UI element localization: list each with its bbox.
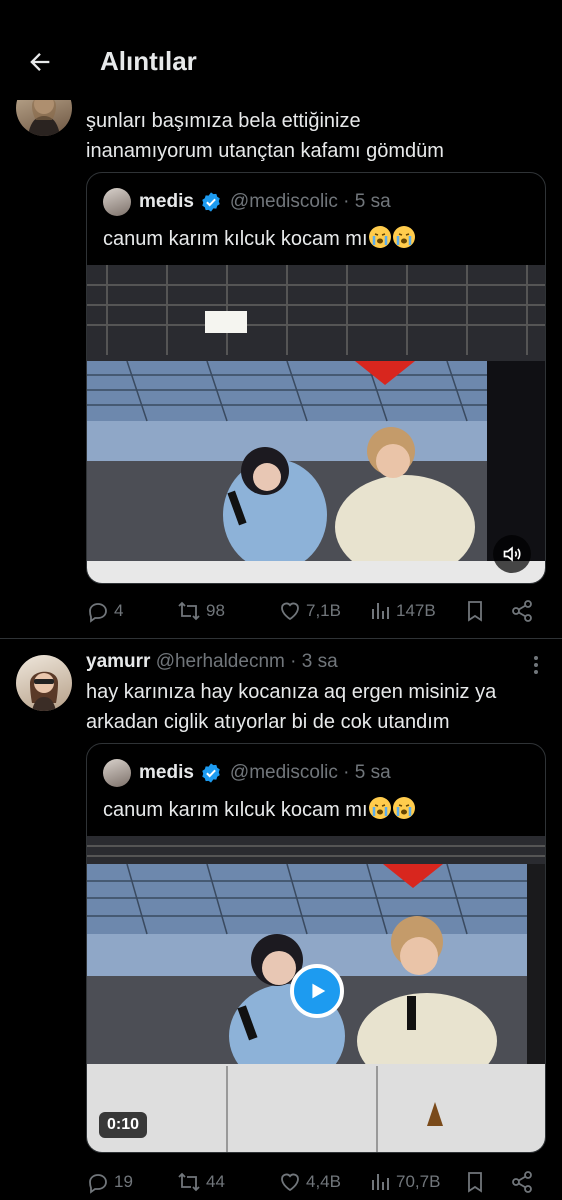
bookmark-icon	[468, 1172, 482, 1193]
quoted-avatar	[103, 759, 131, 787]
top-bar: Alıntılar	[0, 0, 562, 100]
reply-icon	[89, 603, 107, 623]
video-duration: 0:10	[99, 1112, 148, 1138]
views-icon	[372, 1174, 389, 1190]
retweet-button[interactable]: 98	[176, 596, 225, 626]
loudly-crying-emoji	[392, 226, 415, 248]
tweet-text: şunları başımıza bela ettiğinize inanamı…	[86, 110, 444, 162]
play-icon	[312, 983, 326, 999]
quoted-tweet-text: canum karım kılcuk kocam mı	[103, 796, 416, 824]
bookmark-button[interactable]	[464, 1167, 490, 1197]
more-options-button[interactable]	[530, 655, 542, 675]
quoted-tweet-header: medis @mediscolic · 5 sa	[103, 187, 391, 217]
tweet[interactable]: yamurr @herhaldecnm · 3 sa hay karınıza …	[0, 639, 562, 1200]
author-name[interactable]: yamurr	[86, 651, 150, 672]
reply-icon	[89, 1174, 107, 1194]
reply-button[interactable]: 4	[86, 596, 123, 626]
tweet-header: yamurr @herhaldecnm · 3 sa	[86, 649, 338, 675]
like-icon	[281, 1173, 299, 1192]
share-icon	[512, 1171, 532, 1193]
quoted-avatar	[103, 188, 131, 216]
bookmark-icon	[468, 601, 482, 622]
share-icon	[512, 600, 532, 622]
mute-toggle-button[interactable]	[493, 535, 531, 573]
quoted-author-name: medis	[139, 762, 194, 783]
loudly-crying-emoji	[368, 797, 391, 819]
retweet-icon	[178, 601, 200, 621]
reply-button[interactable]: 19	[86, 1167, 133, 1197]
tweet-text: hay karınıza hay kocanıza aq ergen misin…	[86, 681, 497, 733]
like-icon	[281, 602, 299, 621]
like-button[interactable]: 7,1B	[278, 596, 341, 626]
quoted-handle-time: @mediscolic · 5 sa	[229, 191, 391, 212]
share-button[interactable]	[510, 596, 538, 626]
back-arrow-icon	[30, 53, 50, 71]
quoted-tweet-header: medis @mediscolic · 5 sa	[103, 758, 391, 788]
bookmark-button[interactable]	[464, 596, 490, 626]
back-button[interactable]	[22, 44, 58, 80]
loudly-crying-emoji	[392, 797, 415, 819]
views-button[interactable]: 147B	[370, 596, 436, 626]
tweet-actions: 19 44 4,4B 70,7B	[86, 1167, 546, 1197]
views-button[interactable]: 70,7B	[370, 1167, 440, 1197]
video-media[interactable]: 0:10	[87, 836, 545, 1152]
sound-icon	[503, 546, 521, 562]
share-button[interactable]	[510, 1167, 538, 1197]
video-frame	[87, 265, 545, 583]
tweet-actions: 4 98 7,1B 147B	[86, 596, 546, 626]
quoted-tweet[interactable]: medis @mediscolic · 5 sa canum karım kıl…	[86, 172, 546, 584]
quoted-author-name: medis	[139, 191, 194, 212]
avatar[interactable]	[16, 655, 72, 711]
views-icon	[372, 603, 389, 619]
loudly-crying-emoji	[368, 226, 391, 248]
quoted-tweet[interactable]: medis @mediscolic · 5 sa canum karım kıl…	[86, 743, 546, 1153]
play-button[interactable]	[290, 964, 344, 1018]
like-button[interactable]: 4,4B	[278, 1167, 341, 1197]
verified-badge-icon	[202, 192, 220, 212]
retweet-icon	[178, 1172, 200, 1192]
more-icon	[534, 656, 538, 674]
page-title: Alıntılar	[100, 46, 197, 76]
quoted-handle-time: @mediscolic · 5 sa	[229, 762, 391, 783]
verified-badge-icon	[202, 763, 220, 783]
author-handle-time: @herhaldecnm · 3 sa	[155, 651, 338, 672]
video-media[interactable]	[87, 265, 545, 583]
quoted-tweet-text: canum karım kılcuk kocam mı	[103, 225, 416, 253]
retweet-button[interactable]: 44	[176, 1167, 225, 1197]
